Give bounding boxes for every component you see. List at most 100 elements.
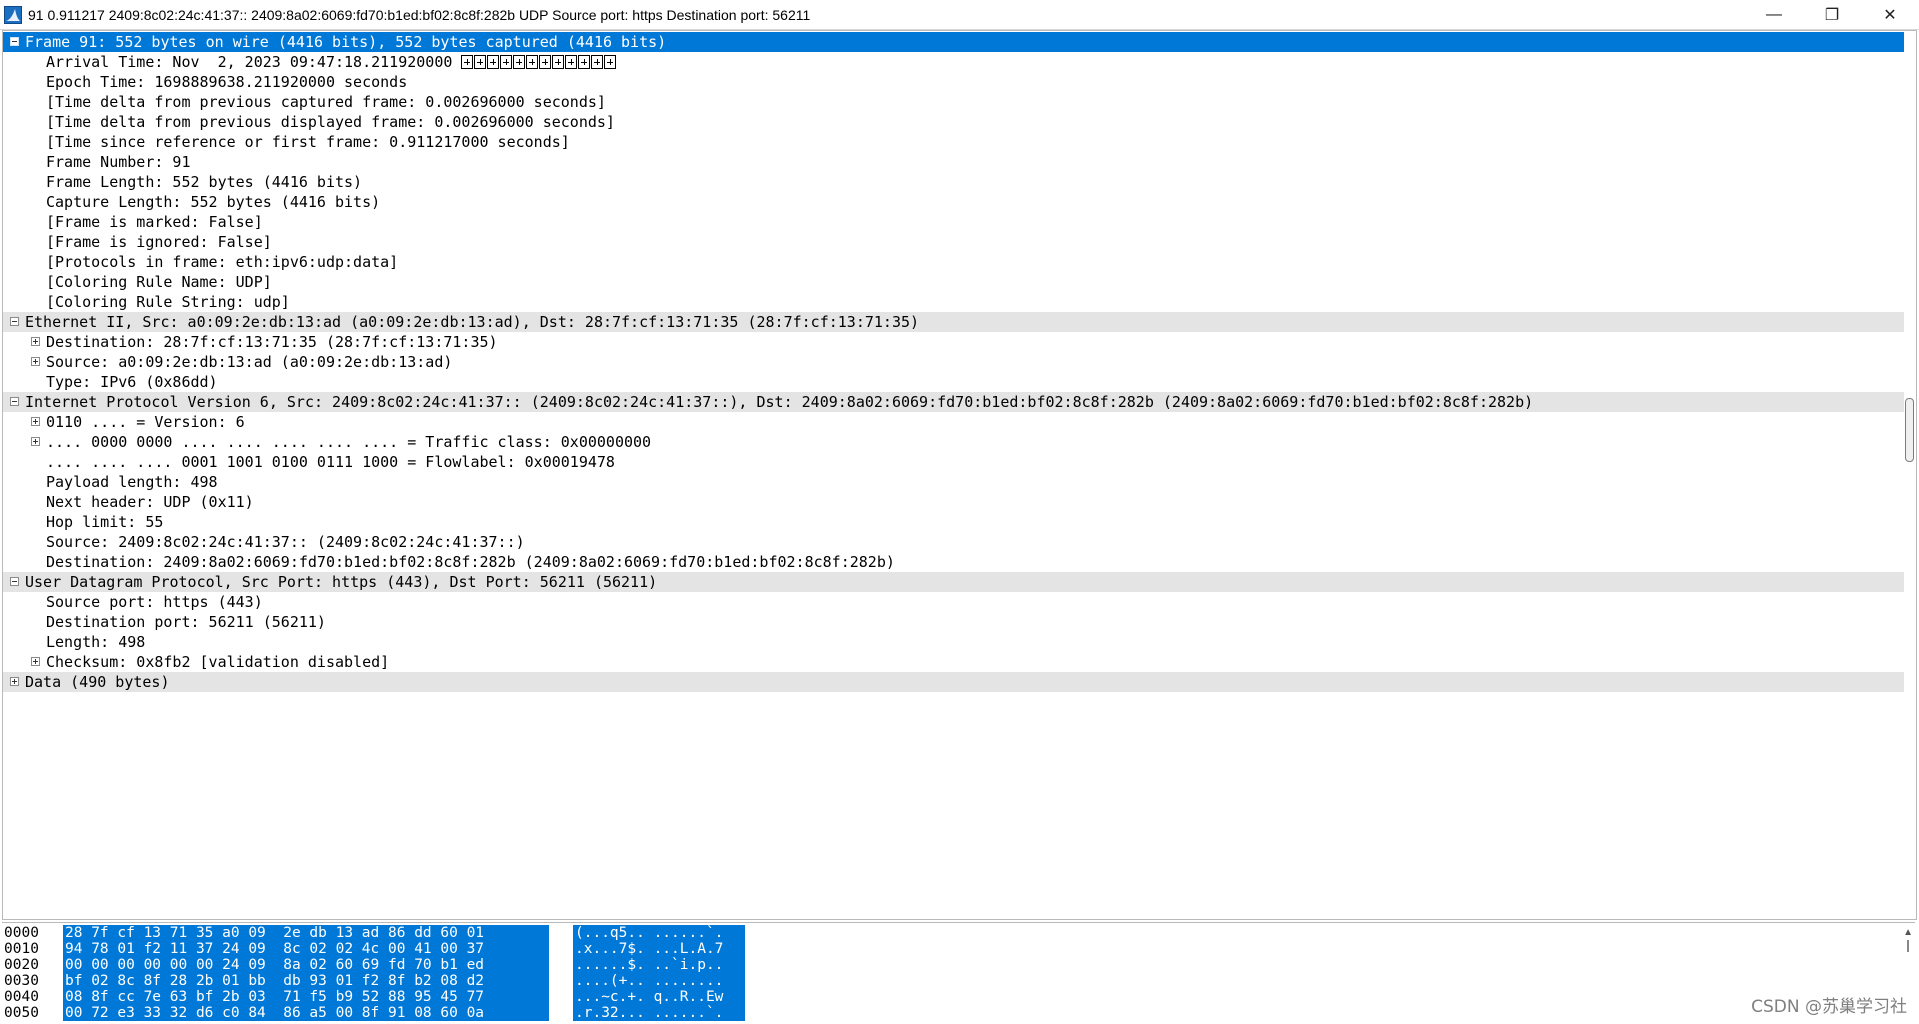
hex-ascii[interactable]: ....(+.. ........ xyxy=(573,973,745,989)
hex-bytes[interactable]: 94 78 01 f2 11 37 24 09 8c 02 02 4c 00 4… xyxy=(63,941,549,957)
tree-field-row[interactable]: Epoch Time: 1698889638.211920000 seconds xyxy=(3,72,1904,92)
tree-row-text: 0110 .... = Version: 6 xyxy=(46,413,245,431)
tree-field-row[interactable]: Source port: https (443) xyxy=(3,592,1904,612)
tree-field-row[interactable]: .... 0000 0000 .... .... .... .... .... … xyxy=(3,432,1904,452)
hex-row[interactable]: 0050 00 72 e3 33 32 d6 c0 84 86 a5 00 8f … xyxy=(2,1005,762,1021)
tree-scrollbar[interactable] xyxy=(1904,31,1916,919)
hex-offset: 0010 xyxy=(4,941,39,957)
hex-bytes[interactable]: 08 8f cc 7e 63 bf 2b 03 71 f5 b9 52 88 9… xyxy=(63,989,549,1005)
packet-bytes-pane[interactable]: ▲ 0000 28 7f cf 13 71 35 a0 09 2e db 13 a… xyxy=(2,922,1915,1024)
tree-row-text: Hop limit: 55 xyxy=(46,513,164,531)
tree-field-row[interactable]: Capture Length: 552 bytes (4416 bits) xyxy=(3,192,1904,212)
expand-plus-icon[interactable] xyxy=(31,417,40,426)
tree-row-text: [Coloring Rule String: udp] xyxy=(46,293,290,311)
hex-row[interactable]: 0040 08 8f cc 7e 63 bf 2b 03 71 f5 b9 52 … xyxy=(2,989,762,1005)
tree-section-header[interactable]: Frame 91: 552 bytes on wire (4416 bits),… xyxy=(3,32,1904,52)
tree-row-text: Payload length: 498 xyxy=(46,473,218,491)
tree-field-row[interactable]: Source: 2409:8c02:24c:41:37:: (2409:8c02… xyxy=(3,532,1904,552)
close-icon: ✕ xyxy=(1883,6,1897,24)
packet-details-tree[interactable]: Frame 91: 552 bytes on wire (4416 bits),… xyxy=(2,30,1917,920)
tree-row-text: .... .... .... 0001 1001 0100 0111 1000 … xyxy=(46,453,615,471)
tree-field-row[interactable]: [Frame is marked: False] xyxy=(3,212,1904,232)
expand-plus-icon[interactable] xyxy=(31,437,40,446)
expand-plus-icon[interactable] xyxy=(31,657,40,666)
missing-glyph-icon xyxy=(604,55,617,69)
tree-row-text: [Coloring Rule Name: UDP] xyxy=(46,273,272,291)
tree-field-row[interactable]: Hop limit: 55 xyxy=(3,512,1904,532)
tree-field-row[interactable]: .... .... .... 0001 1001 0100 0111 1000 … xyxy=(3,452,1904,472)
tree-scrollbar-thumb[interactable] xyxy=(1905,398,1914,462)
hex-bytes[interactable]: bf 02 8c 8f 28 2b 01 bb db 93 01 f2 8f b… xyxy=(63,973,549,989)
tree-field-row[interactable]: Type: IPv6 (0x86dd) xyxy=(3,372,1904,392)
hex-row[interactable]: 0000 28 7f cf 13 71 35 a0 09 2e db 13 ad … xyxy=(2,925,762,941)
tree-field-row[interactable]: 0110 .... = Version: 6 xyxy=(3,412,1904,432)
missing-glyph-icon xyxy=(591,55,604,69)
tree-field-row[interactable]: Frame Length: 552 bytes (4416 bits) xyxy=(3,172,1904,192)
tree-field-row[interactable]: Destination: 2409:8a02:6069:fd70:b1ed:bf… xyxy=(3,552,1904,572)
hex-offset: 0030 xyxy=(4,973,39,989)
hex-row[interactable]: 0020 00 00 00 00 00 00 24 09 8a 02 60 69 … xyxy=(2,957,762,973)
tree-row-text: Epoch Time: 1698889638.211920000 seconds xyxy=(46,73,408,91)
minimize-button[interactable]: — xyxy=(1745,0,1803,29)
hex-row[interactable]: 0010 94 78 01 f2 11 37 24 09 8c 02 02 4c … xyxy=(2,941,762,957)
missing-glyph-icon xyxy=(500,55,513,69)
tree-field-row[interactable]: Next header: UDP (0x11) xyxy=(3,492,1904,512)
expand-plus-icon[interactable] xyxy=(31,357,40,366)
scroll-up-icon[interactable]: ▲ xyxy=(1903,927,1913,938)
tree-row-text: [Protocols in frame: eth:ipv6:udp:data] xyxy=(46,253,399,271)
hex-ascii[interactable]: .r.32... ......`. xyxy=(573,1005,745,1021)
hex-bytes[interactable]: 00 72 e3 33 32 d6 c0 84 86 a5 00 8f 91 0… xyxy=(63,1005,549,1021)
tree-field-row[interactable]: [Frame is ignored: False] xyxy=(3,232,1904,252)
tree-row-text: Source: a0:09:2e:db:13:ad (a0:09:2e:db:1… xyxy=(46,353,453,371)
hex-row[interactable]: 0030 bf 02 8c 8f 28 2b 01 bb db 93 01 f2 … xyxy=(2,973,762,989)
tree-row-text: Ethernet II, Src: a0:09:2e:db:13:ad (a0:… xyxy=(25,313,920,331)
hex-ascii[interactable]: .x...7$. ...L.A.7 xyxy=(573,941,745,957)
tree-field-row[interactable]: Length: 498 xyxy=(3,632,1904,652)
collapse-minus-icon[interactable] xyxy=(10,397,19,406)
collapse-minus-icon[interactable] xyxy=(10,577,19,586)
tree-row-text: User Datagram Protocol, Src Port: https … xyxy=(25,573,658,591)
hex-ascii[interactable]: ...~c.+. q..R..Ew xyxy=(573,989,745,1005)
hex-offset: 0000 xyxy=(4,925,39,941)
tree-row-text: Internet Protocol Version 6, Src: 2409:8… xyxy=(25,393,1534,411)
tree-field-row[interactable]: [Time delta from previous displayed fram… xyxy=(3,112,1904,132)
wireshark-fin-icon xyxy=(4,5,22,24)
tree-row-text: [Time delta from previous displayed fram… xyxy=(46,113,615,131)
tree-section-header[interactable]: Internet Protocol Version 6, Src: 2409:8… xyxy=(3,392,1904,412)
tree-field-row[interactable]: Checksum: 0x8fb2 [validation disabled] xyxy=(3,652,1904,672)
tree-row-text: Destination: 28:7f:cf:13:71:35 (28:7f:cf… xyxy=(46,333,498,351)
tree-section-header[interactable]: User Datagram Protocol, Src Port: https … xyxy=(3,572,1904,592)
collapse-minus-icon[interactable] xyxy=(10,37,19,46)
tree-field-row[interactable]: [Time delta from previous captured frame… xyxy=(3,92,1904,112)
tree-row-text: [Frame is marked: False] xyxy=(46,213,263,231)
tree-field-row[interactable]: Frame Number: 91 xyxy=(3,152,1904,172)
tree-field-row[interactable]: [Time since reference or first frame: 0.… xyxy=(3,132,1904,152)
tree-row-text: Source: 2409:8c02:24c:41:37:: (2409:8c02… xyxy=(46,533,525,551)
tree-field-row[interactable]: [Coloring Rule String: udp] xyxy=(3,292,1904,312)
tree-field-row[interactable]: Destination port: 56211 (56211) xyxy=(3,612,1904,632)
hex-bytes[interactable]: 28 7f cf 13 71 35 a0 09 2e db 13 ad 86 d… xyxy=(63,925,549,941)
hex-ascii[interactable]: (...q5.. ......`. xyxy=(573,925,745,941)
collapse-minus-icon[interactable] xyxy=(10,317,19,326)
tree-field-row[interactable]: Source: a0:09:2e:db:13:ad (a0:09:2e:db:1… xyxy=(3,352,1904,372)
tree-row-text: Frame Length: 552 bytes (4416 bits) xyxy=(46,173,363,191)
tree-section-header[interactable]: Data (490 bytes) xyxy=(3,672,1904,692)
tree-row-text: Next header: UDP (0x11) xyxy=(46,493,254,511)
tree-field-row[interactable]: [Coloring Rule Name: UDP] xyxy=(3,272,1904,292)
close-button[interactable]: ✕ xyxy=(1861,0,1919,29)
tree-field-row[interactable]: Arrival Time: Nov 2, 2023 09:47:18.21192… xyxy=(3,52,1904,72)
tree-field-row[interactable]: Destination: 28:7f:cf:13:71:35 (28:7f:cf… xyxy=(3,332,1904,352)
tree-field-row[interactable]: [Protocols in frame: eth:ipv6:udp:data] xyxy=(3,252,1904,272)
tree-row-text: [Time since reference or first frame: 0.… xyxy=(46,133,570,151)
tree-row-text: Type: IPv6 (0x86dd) xyxy=(46,373,218,391)
expand-plus-icon[interactable] xyxy=(31,337,40,346)
restore-button[interactable]: ❐ xyxy=(1803,0,1861,29)
bytes-scrollbar-thumb[interactable] xyxy=(1907,940,1909,952)
expand-plus-icon[interactable] xyxy=(10,677,19,686)
hex-ascii[interactable]: ......$. ..`i.p.. xyxy=(573,957,745,973)
tree-section-header[interactable]: Ethernet II, Src: a0:09:2e:db:13:ad (a0:… xyxy=(3,312,1904,332)
hex-bytes[interactable]: 00 00 00 00 00 00 24 09 8a 02 60 69 fd 7… xyxy=(63,957,549,973)
tree-row-text: [Frame is ignored: False] xyxy=(46,233,272,251)
minimize-icon: — xyxy=(1766,5,1782,23)
tree-field-row[interactable]: Payload length: 498 xyxy=(3,472,1904,492)
